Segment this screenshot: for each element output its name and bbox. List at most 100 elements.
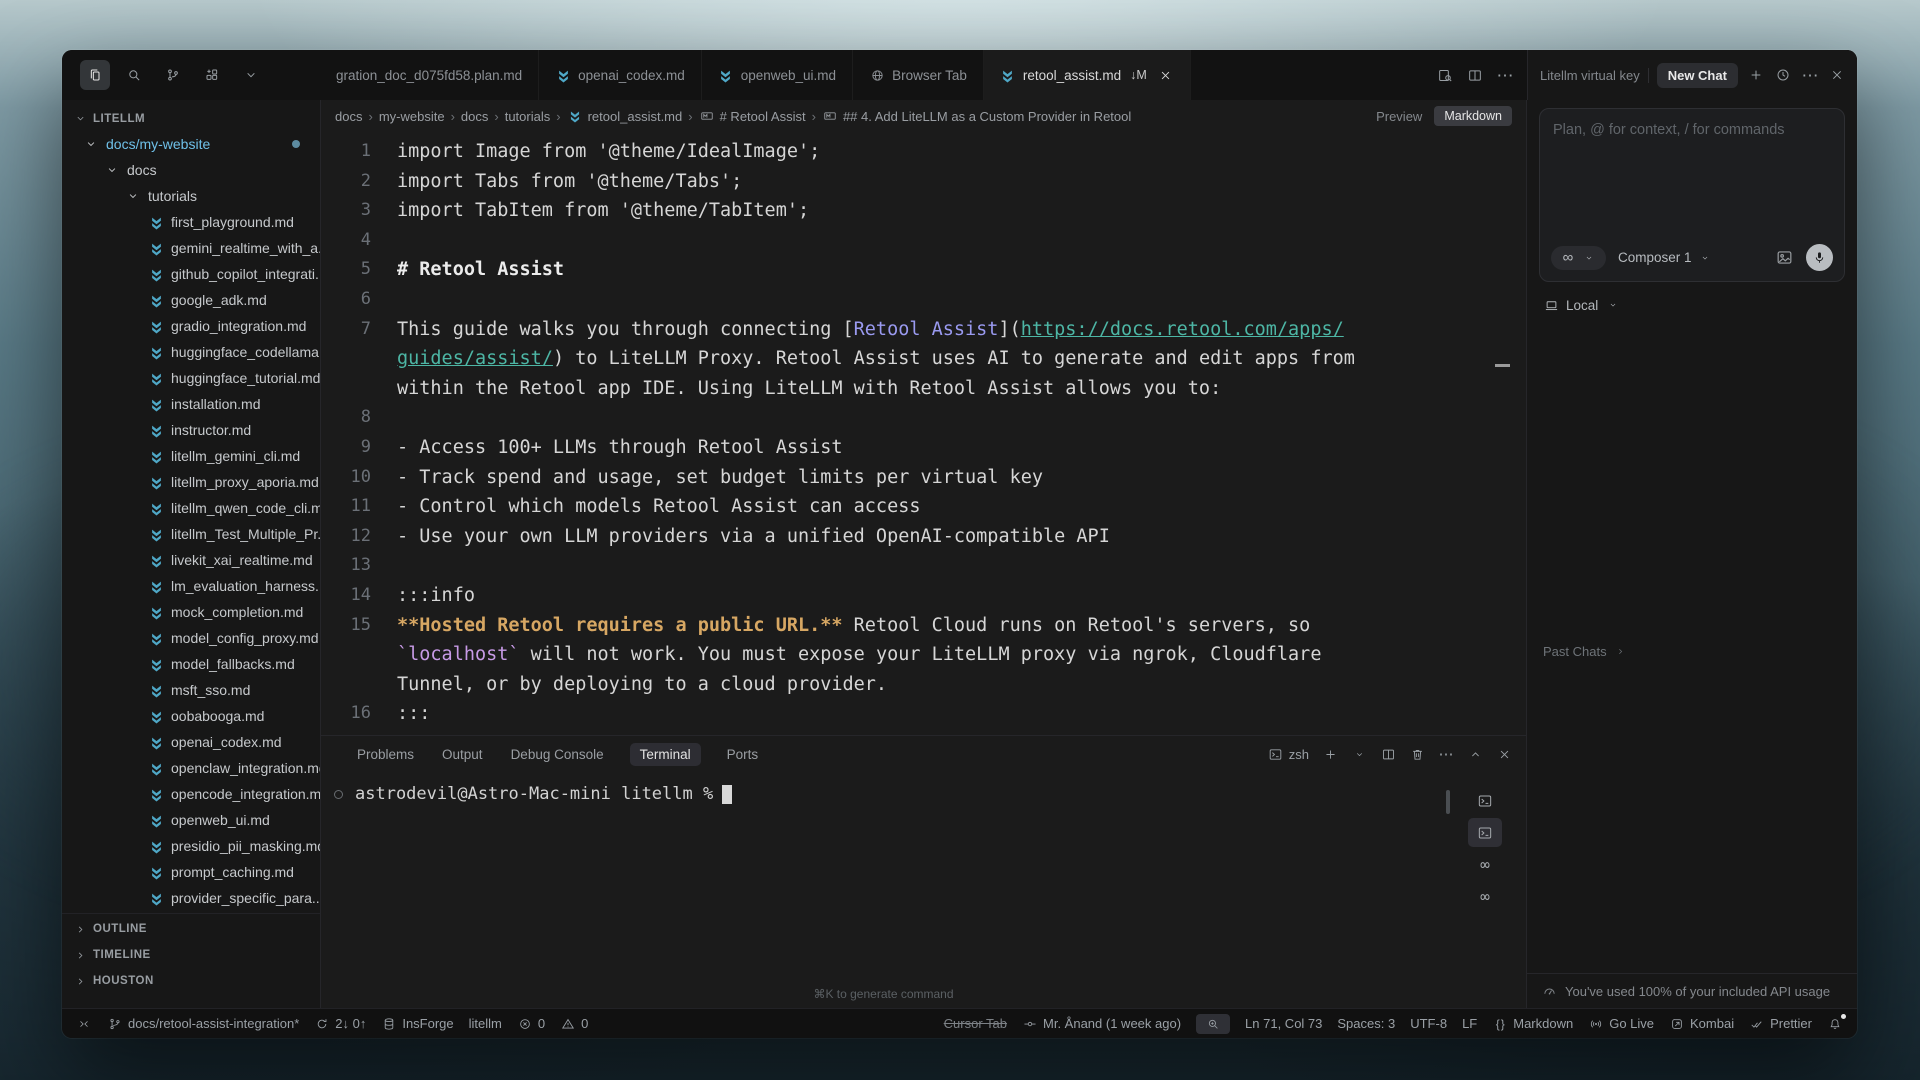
status-remote[interactable] <box>76 1016 92 1032</box>
tree-folder-row[interactable]: docs <box>62 157 320 183</box>
panel-tab-problems[interactable]: Problems <box>355 743 416 766</box>
tree-file-row[interactable]: oobabooga.md <box>62 703 320 729</box>
tab-close-button[interactable] <box>1158 67 1174 83</box>
tree-file-row[interactable]: litellm_proxy_aporia.md <box>62 469 320 495</box>
status-git-sync[interactable]: 2↓ 0↑ <box>314 1016 366 1032</box>
status-litellm[interactable]: litellm <box>469 1016 502 1031</box>
chat-tab-new-chat[interactable]: New Chat <box>1657 63 1738 88</box>
status-zoom[interactable] <box>1196 1014 1230 1034</box>
terminal-instance-terminal[interactable] <box>1468 786 1502 815</box>
status-warnings[interactable]: 0 <box>560 1016 588 1032</box>
tree-file-row[interactable]: lm_evaluation_harness... <box>62 573 320 599</box>
panel-tab-debug-console[interactable]: Debug Console <box>509 743 606 766</box>
editor-tab[interactable]: retool_assist.md↓M <box>984 50 1191 100</box>
tree-file-row[interactable]: github_copilot_integrati... <box>62 261 320 287</box>
sidebar-section-houston[interactable]: HOUSTON <box>62 968 320 994</box>
tree-file-row[interactable]: litellm_gemini_cli.md <box>62 443 320 469</box>
environment-selector[interactable]: Local <box>1539 297 1845 313</box>
terminal-instance-infinity[interactable]: ∞ <box>1468 882 1502 911</box>
panel-tab-ports[interactable]: Ports <box>725 743 761 766</box>
breadcrumb-item[interactable]: retool_assist.md <box>567 108 683 124</box>
terminal-action-split[interactable] <box>1380 746 1396 762</box>
preview-button[interactable]: Preview <box>1376 109 1422 124</box>
tree-file-row[interactable]: model_fallbacks.md <box>62 651 320 677</box>
panel-tab-terminal[interactable]: Terminal <box>630 743 701 766</box>
scrollbar-marker[interactable] <box>1495 364 1510 367</box>
activity-files-button[interactable] <box>80 60 110 90</box>
editor-action-preview-button[interactable] <box>1437 67 1453 83</box>
breadcrumb-item[interactable]: my-website <box>379 109 445 124</box>
breadcrumb-item[interactable]: ## 4. Add LiteLLM as a Custom Provider i… <box>822 108 1360 124</box>
breadcrumb-item[interactable]: docs <box>461 109 488 124</box>
status-git-branch[interactable]: docs/retool-assist-integration* <box>107 1016 299 1032</box>
status-indentation[interactable]: Spaces: 3 <box>1337 1016 1395 1031</box>
status-encoding[interactable]: UTF-8 <box>1410 1016 1447 1031</box>
tree-file-row[interactable]: huggingface_codellama... <box>62 339 320 365</box>
editor-tab[interactable]: openweb_ui.md <box>702 50 853 100</box>
terminal-action-plus[interactable] <box>1322 746 1338 762</box>
terminal-action-terminal-zsh[interactable]: zsh <box>1268 746 1309 762</box>
status-cursor-position[interactable]: Ln 71, Col 73 <box>1245 1016 1322 1031</box>
activity-extensions-button[interactable] <box>197 60 227 90</box>
tree-file-row[interactable]: openai_codex.md <box>62 729 320 755</box>
status-go-live[interactable]: Go Live <box>1588 1016 1654 1032</box>
terminal-content[interactable]: astrodevil@Astro-Mac-mini litellm % ⌘K t… <box>321 772 1526 1008</box>
tree-file-row[interactable]: mock_completion.md <box>62 599 320 625</box>
terminal-instance-infinity[interactable]: ∞ <box>1468 850 1502 879</box>
status-insforge[interactable]: InsForge <box>381 1016 453 1032</box>
terminal-action-chevron-down[interactable] <box>1351 746 1367 762</box>
code-editor[interactable]: 1import Image from '@theme/IdealImage';2… <box>321 132 1526 735</box>
tree-file-row[interactable]: litellm_Test_Multiple_Pr... <box>62 521 320 547</box>
editor-tab[interactable]: openai_codex.md <box>539 50 702 100</box>
markdown-mode-button[interactable]: Markdown <box>1434 106 1512 126</box>
tree-file-row[interactable]: gradio_integration.md <box>62 313 320 339</box>
chat-history-button[interactable] <box>1775 67 1791 83</box>
tree-file-row[interactable]: presidio_pii_masking.md <box>62 833 320 859</box>
tree-file-row[interactable]: model_config_proxy.md <box>62 625 320 651</box>
tree-file-row[interactable]: openclaw_integration.md <box>62 755 320 781</box>
activity-search-button[interactable] <box>119 60 149 90</box>
tree-file-row[interactable]: huggingface_tutorial.md <box>62 365 320 391</box>
sidebar-section-outline[interactable]: OUTLINE <box>62 916 320 942</box>
chat-close-button[interactable] <box>1829 67 1845 83</box>
chat-tab-litellm-virtual-key[interactable]: Litellm virtual key <box>1540 68 1640 83</box>
tree-file-row[interactable]: provider_specific_para... <box>62 885 320 911</box>
terminal-action-chevron-up[interactable] <box>1467 746 1483 762</box>
terminal-action-trash[interactable] <box>1409 746 1425 762</box>
editor-tab[interactable]: Browser Tab <box>853 50 984 100</box>
explorer-root-litellm[interactable]: LITELLM <box>62 106 320 131</box>
status-notifications[interactable] <box>1827 1016 1843 1032</box>
status-cursor-tab[interactable]: Cursor Tab <box>944 1016 1007 1031</box>
tree-file-row[interactable]: instructor.md <box>62 417 320 443</box>
status-git-blame[interactable]: Mr. Ånand (1 week ago) <box>1022 1016 1181 1032</box>
breadcrumb-item[interactable]: tutorials <box>505 109 551 124</box>
composer-selector[interactable]: Composer 1 <box>1618 250 1713 266</box>
tree-folder-row[interactable]: tutorials <box>62 183 320 209</box>
terminal-scrollbar[interactable] <box>1446 790 1450 814</box>
status-language[interactable]: { }Markdown <box>1492 1016 1573 1032</box>
breadcrumb-item[interactable]: # Retool Assist <box>699 108 806 124</box>
terminal-action-more[interactable]: ⋯ <box>1438 746 1454 762</box>
editor-tab[interactable]: gration_doc_d075fd58.plan.md <box>320 50 539 100</box>
chat-input[interactable]: Plan, @ for context, / for commands ∞ Co… <box>1539 108 1845 282</box>
tree-file-row[interactable]: livekit_xai_realtime.md <box>62 547 320 573</box>
terminal-instance-terminal[interactable] <box>1468 818 1502 847</box>
agent-mode-pill[interactable]: ∞ <box>1551 246 1606 270</box>
panel-tab-output[interactable]: Output <box>440 743 485 766</box>
editor-action-split-button[interactable] <box>1467 67 1483 83</box>
breadcrumb-item[interactable]: docs <box>335 109 362 124</box>
new-chat-plus-button[interactable] <box>1748 67 1764 83</box>
activity-chevron-down-button[interactable] <box>236 60 266 90</box>
tree-file-row[interactable]: first_playground.md <box>62 209 320 235</box>
tree-file-row[interactable]: opencode_integration.md <box>62 781 320 807</box>
tree-file-row[interactable]: prompt_caching.md <box>62 859 320 885</box>
voice-input-button[interactable] <box>1806 244 1833 271</box>
chat-more-button[interactable]: ⋯ <box>1802 67 1818 83</box>
tree-folder-row[interactable]: docs/my-website <box>62 131 320 157</box>
past-chats[interactable]: Past Chats <box>1539 643 1845 659</box>
tree-file-row[interactable]: litellm_qwen_code_cli.md <box>62 495 320 521</box>
status-errors[interactable]: 0 <box>517 1016 545 1032</box>
attach-image-button[interactable] <box>1775 248 1794 267</box>
status-eol[interactable]: LF <box>1462 1016 1477 1031</box>
terminal-action-close[interactable] <box>1496 746 1512 762</box>
